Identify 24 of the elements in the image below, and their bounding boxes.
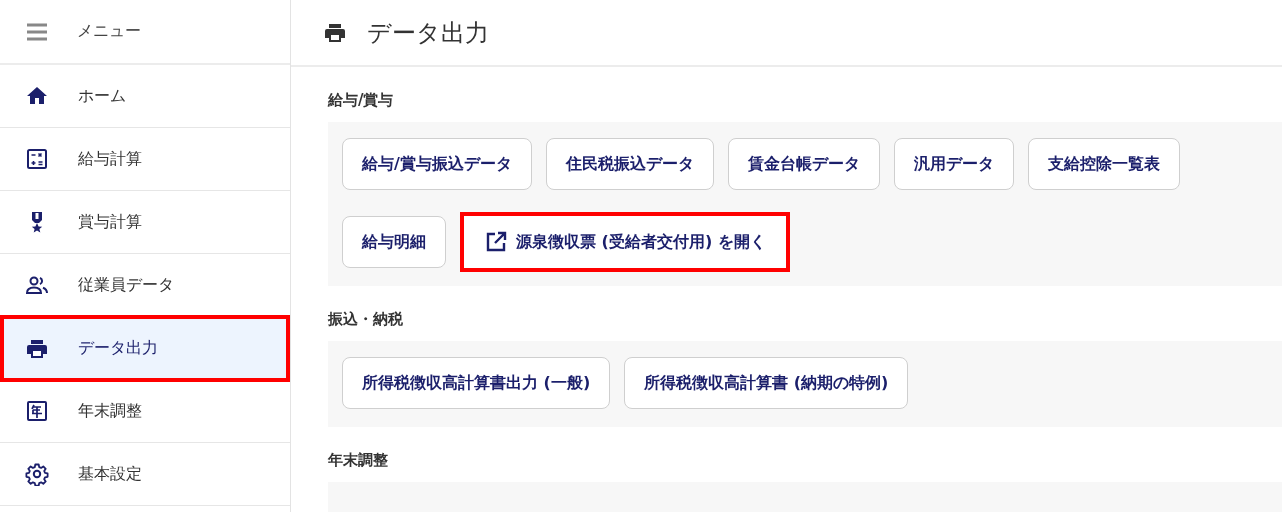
page-title: データ出力 (367, 17, 489, 49)
sidebar-item[interactable]: 給与計算 (0, 128, 290, 191)
gear-icon (25, 462, 49, 486)
output-button[interactable]: 支給控除一覧表 (1027, 138, 1180, 190)
output-button[interactable]: 住民税振込データ (545, 138, 714, 190)
sidebar-item[interactable]: ホーム (0, 65, 290, 128)
sidebar-item[interactable]: 基本設定 (0, 443, 290, 506)
output-button[interactable]: 所得税徴収高計算書出力 (一般) (342, 357, 611, 409)
output-button[interactable]: 所得税徴収高計算書 (納期の特例) (624, 357, 909, 409)
calendar-icon (25, 399, 49, 423)
output-button[interactable]: 汎用データ (893, 138, 1014, 190)
output-button[interactable]: 給与/賞与振込データ (342, 138, 532, 190)
open-external-button[interactable]: 源泉徴収票 (受給者交付用) を開く (460, 212, 790, 272)
external-link-icon (484, 230, 508, 254)
section-title: 給与/賞与 (328, 90, 395, 111)
section-title: 振込・納税 (328, 309, 404, 330)
section-title: 年末調整 (328, 450, 389, 471)
menu-label: メニュー (77, 21, 141, 42)
sidebar-item[interactable]: 年末調整 (0, 380, 290, 443)
calculator-icon (25, 147, 49, 171)
output-button[interactable]: 賃金台帳データ (727, 138, 880, 190)
output-button[interactable]: 給与明細 (342, 216, 446, 268)
sidebar-item[interactable]: データ出力 (0, 315, 290, 382)
sidebar-item[interactable]: 賞与計算 (0, 191, 290, 254)
